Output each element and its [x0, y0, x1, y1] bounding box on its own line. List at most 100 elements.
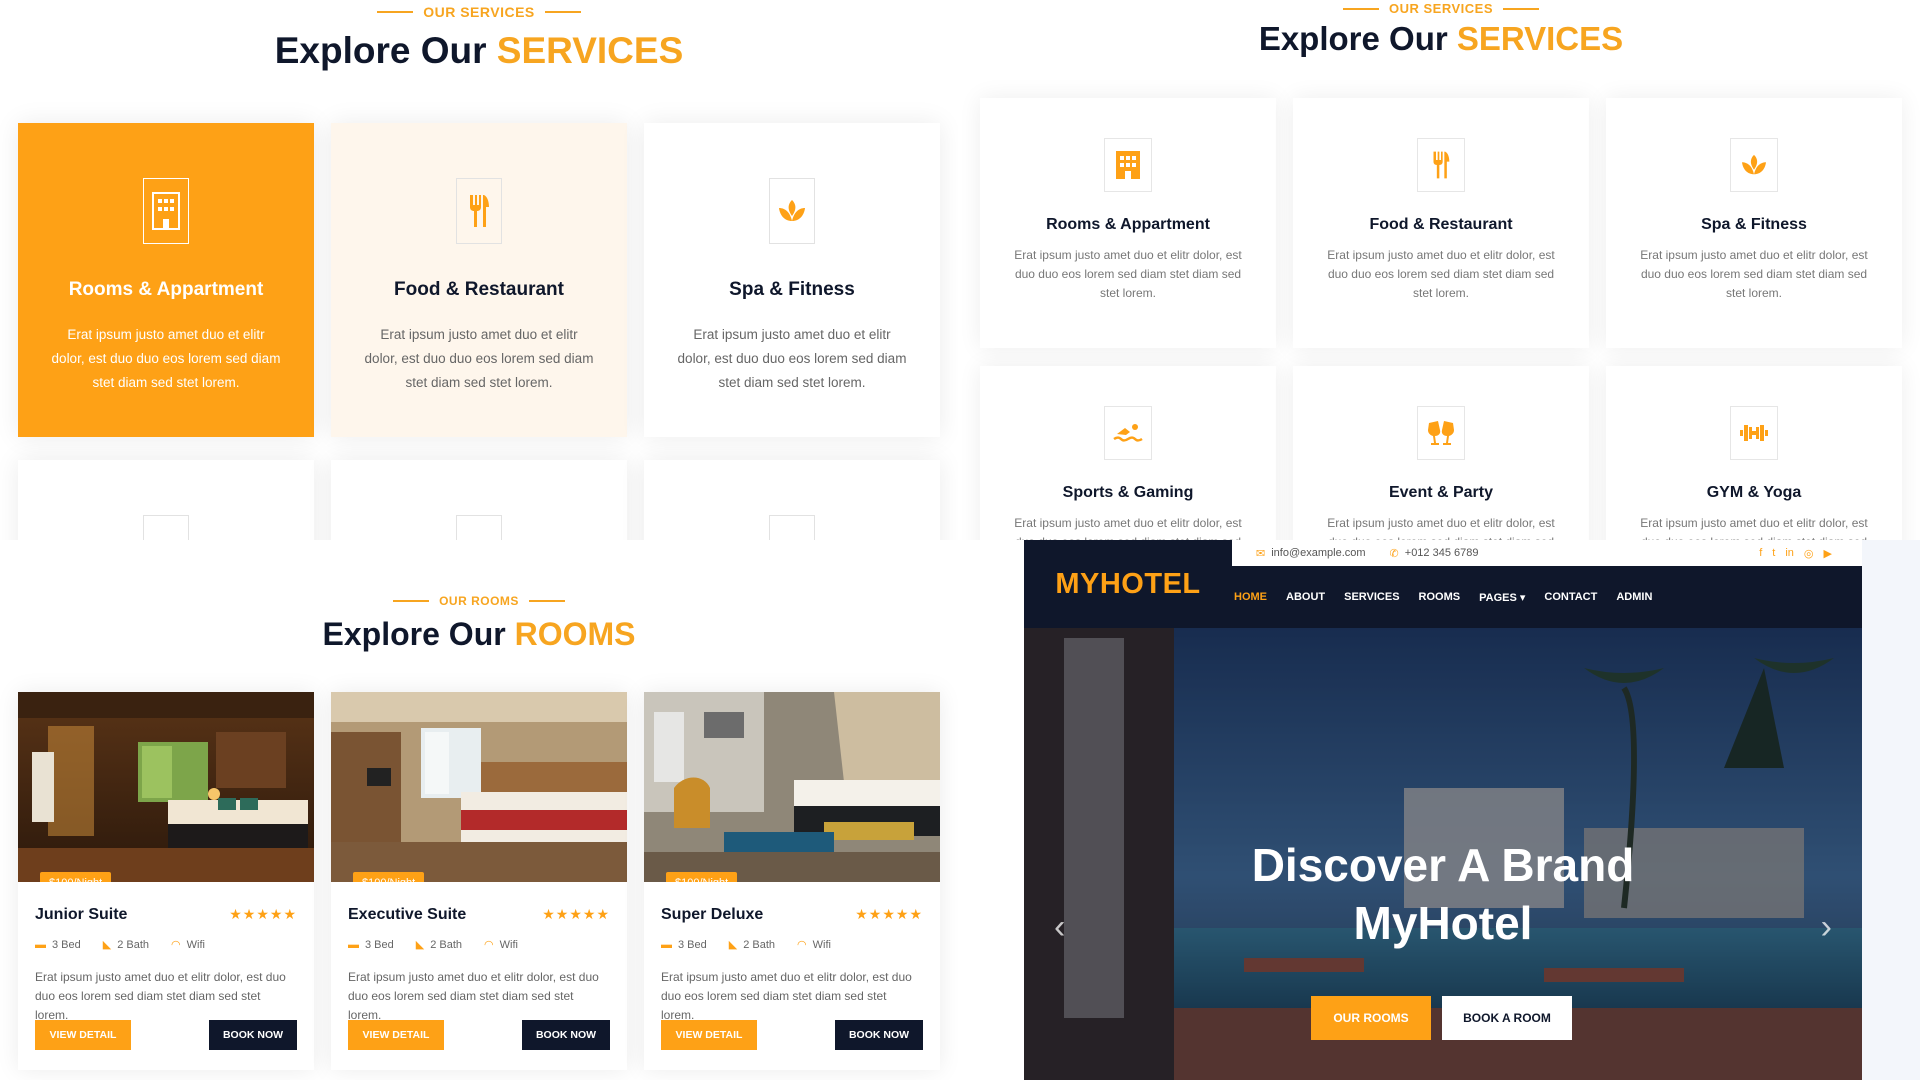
- nav-services[interactable]: SERVICES: [1344, 591, 1399, 603]
- price-badge: $100/Night: [353, 872, 425, 882]
- book-now-button[interactable]: BOOK NOW: [209, 1020, 297, 1050]
- rooms-section: OUR ROOMS Explore Our ROOMS Junior Suite…: [0, 540, 958, 1080]
- feature-bed: ▬ 3 Bed: [661, 938, 707, 951]
- bed-icon: ▬: [661, 938, 672, 951]
- service-card-partial[interactable]: [18, 460, 314, 540]
- service-card-spa[interactable]: Spa & Fitness Erat ipsum justo amet duo …: [1606, 98, 1902, 348]
- spa-icon: [1730, 138, 1778, 192]
- service-card-event[interactable]: Event & Party Erat ipsum justo amet duo …: [1293, 366, 1589, 540]
- view-detail-button[interactable]: VIEW DETAIL: [35, 1020, 131, 1050]
- card-title: Food & Restaurant: [1369, 216, 1513, 233]
- card-text: Erat ipsum justo amet duo et elitr dolor…: [1640, 516, 1868, 540]
- divider: [1342, 7, 1379, 10]
- contact-phone[interactable]: ✆ +012 345 6789: [1390, 547, 1479, 560]
- card-title: Sports & Gaming: [1062, 484, 1194, 501]
- card-text: Erat ipsum justo amet duo et elitr dolor…: [364, 327, 594, 390]
- room-card-executive-suite: $100/Night Executive Suite ★★★★★ ▬3 Bed …: [331, 692, 627, 1070]
- divider: [377, 11, 414, 13]
- feature-bath: ◣ 2 Bath: [728, 938, 776, 952]
- service-card-spa[interactable]: Spa & Fitness Erat ipsum justo amet duo …: [644, 123, 940, 437]
- main-nav: HOME ABOUT SERVICES ROOMS PAGES ▾ CONTAC…: [1232, 566, 1862, 628]
- card-text: Erat ipsum justo amet duo et elitr dolor…: [1014, 516, 1242, 540]
- youtube-icon[interactable]: ▶: [1824, 547, 1832, 560]
- instagram-icon[interactable]: ◎: [1804, 547, 1814, 560]
- service-card-rooms[interactable]: Rooms & Appartment Erat ipsum justo amet…: [18, 123, 314, 437]
- hero-carousel: Discover A Brand MyHotel OUR ROOMS BOOK …: [1024, 628, 1862, 1080]
- room-card-junior-suite: $100/Night Junior Suite ★★★★★ ▬3 Bed ◣2 …: [18, 692, 314, 1070]
- service-card-sports[interactable]: Sports & Gaming Erat ipsum justo amet du…: [980, 366, 1276, 540]
- our-rooms-button[interactable]: OUR ROOMS: [1311, 996, 1431, 1040]
- card-title: Food & Restaurant: [394, 279, 564, 300]
- price-badge: $100/Night: [666, 872, 738, 882]
- social-links: f t in ◎ ▶: [1759, 540, 1832, 566]
- utensils-icon: [1417, 138, 1465, 192]
- top-contact-bar: ✉ info@example.com ✆ +012 345 6789 f t in …: [1232, 540, 1862, 566]
- section-title: Explore Our SERVICES: [1258, 20, 1624, 57]
- facebook-icon[interactable]: f: [1759, 547, 1762, 559]
- divider: [544, 11, 581, 13]
- room-card-super-deluxe: $100/Night Super Deluxe ★★★★★ ▬3 Bed ◣2 …: [644, 692, 940, 1070]
- divider: [393, 600, 430, 602]
- room-features: ▬ 3 Bed ◣ 2 Bath ◠ Wifi: [348, 938, 518, 952]
- dumbbell-icon: [1730, 406, 1778, 460]
- card-text: Erat ipsum justo amet duo et elitr dolor…: [1640, 248, 1868, 300]
- contact-email[interactable]: ✉ info@example.com: [1256, 547, 1366, 560]
- book-a-room-button[interactable]: BOOK A ROOM: [1442, 996, 1572, 1040]
- service-card-food[interactable]: Food & Restaurant Erat ipsum justo amet …: [331, 123, 627, 437]
- linkedin-icon[interactable]: in: [1785, 547, 1794, 559]
- card-text: Erat ipsum justo amet duo et elitr dolor…: [1327, 516, 1555, 540]
- feature-wifi: ◠ Wifi: [171, 938, 205, 952]
- rating-stars: ★★★★★: [855, 906, 923, 922]
- services-section-large: OUR SERVICES Explore Our SERVICES Rooms …: [0, 0, 958, 540]
- twitter-icon[interactable]: t: [1772, 547, 1775, 559]
- view-detail-button[interactable]: VIEW DETAIL: [348, 1020, 444, 1050]
- feature-wifi: ◠ Wifi: [484, 938, 518, 952]
- card-title: Spa & Fitness: [729, 279, 855, 300]
- nav-home[interactable]: HOME: [1234, 591, 1267, 603]
- book-now-button[interactable]: BOOK NOW: [835, 1020, 923, 1050]
- section-subtitle: OUR SERVICES: [962, 1, 1920, 16]
- service-card-food[interactable]: Food & Restaurant Erat ipsum justo amet …: [1293, 98, 1589, 348]
- site-logo[interactable]: MYHOTEL: [1024, 540, 1232, 628]
- feature-bed: ▬ 3 Bed: [35, 938, 81, 951]
- glass-cheers-icon: [456, 515, 502, 540]
- room-photo: $100/Night: [644, 692, 940, 882]
- room-photo: $100/Night: [331, 692, 627, 882]
- view-detail-button[interactable]: VIEW DETAIL: [661, 1020, 757, 1050]
- utensils-icon: [456, 178, 502, 244]
- bed-icon: ▬: [35, 938, 46, 951]
- nav-pages-dropdown[interactable]: PAGES ▾: [1479, 591, 1525, 604]
- nav-rooms[interactable]: ROOMS: [1419, 591, 1461, 603]
- carousel-prev-icon[interactable]: ‹: [1054, 908, 1065, 947]
- swimmer-icon: [143, 515, 189, 540]
- feature-bath: ◣ 2 Bath: [102, 938, 150, 952]
- envelope-icon: ✉: [1256, 547, 1266, 560]
- price-badge: $100/Night: [40, 872, 112, 882]
- carousel-next-icon[interactable]: ›: [1821, 908, 1832, 947]
- card-title: Spa & Fitness: [1701, 216, 1807, 233]
- card-title: Rooms & Appartment: [68, 279, 264, 300]
- spa-icon: [769, 178, 815, 244]
- nav-admin[interactable]: ADMIN: [1616, 591, 1652, 603]
- room-features: ▬ 3 Bed ◣ 2 Bath ◠ Wifi: [35, 938, 205, 952]
- service-card-partial[interactable]: [644, 460, 940, 540]
- service-card-partial[interactable]: [331, 460, 627, 540]
- room-description: Erat ipsum justo amet duo et elitr dolor…: [348, 970, 599, 1022]
- feature-bed: ▬ 3 Bed: [348, 938, 394, 951]
- service-card-rooms[interactable]: Rooms & Appartment Erat ipsum justo amet…: [980, 98, 1276, 348]
- hotel-icon: [1104, 138, 1152, 192]
- card-text: Erat ipsum justo amet duo et elitr dolor…: [1014, 248, 1242, 300]
- swimmer-icon: [1104, 406, 1152, 460]
- room-title: Executive Suite: [348, 906, 467, 923]
- nav-about[interactable]: ABOUT: [1286, 591, 1325, 603]
- site-frame: MYHOTEL ✉ info@example.com ✆ +012 345 6789…: [1024, 540, 1862, 1080]
- section-subtitle: OUR ROOMS: [0, 594, 958, 608]
- section-title: Explore Our SERVICES: [274, 30, 684, 71]
- book-now-button[interactable]: BOOK NOW: [522, 1020, 610, 1050]
- subtitle-text: OUR SERVICES: [423, 4, 535, 20]
- nav-contact[interactable]: CONTACT: [1544, 591, 1597, 603]
- glass-cheers-icon: [1417, 406, 1465, 460]
- service-card-gym[interactable]: GYM & Yoga Erat ipsum justo amet duo et …: [1606, 366, 1902, 540]
- hotel-hero-section: MYHOTEL ✉ info@example.com ✆ +012 345 6789…: [962, 540, 1920, 1080]
- hotel-icon: [143, 178, 189, 244]
